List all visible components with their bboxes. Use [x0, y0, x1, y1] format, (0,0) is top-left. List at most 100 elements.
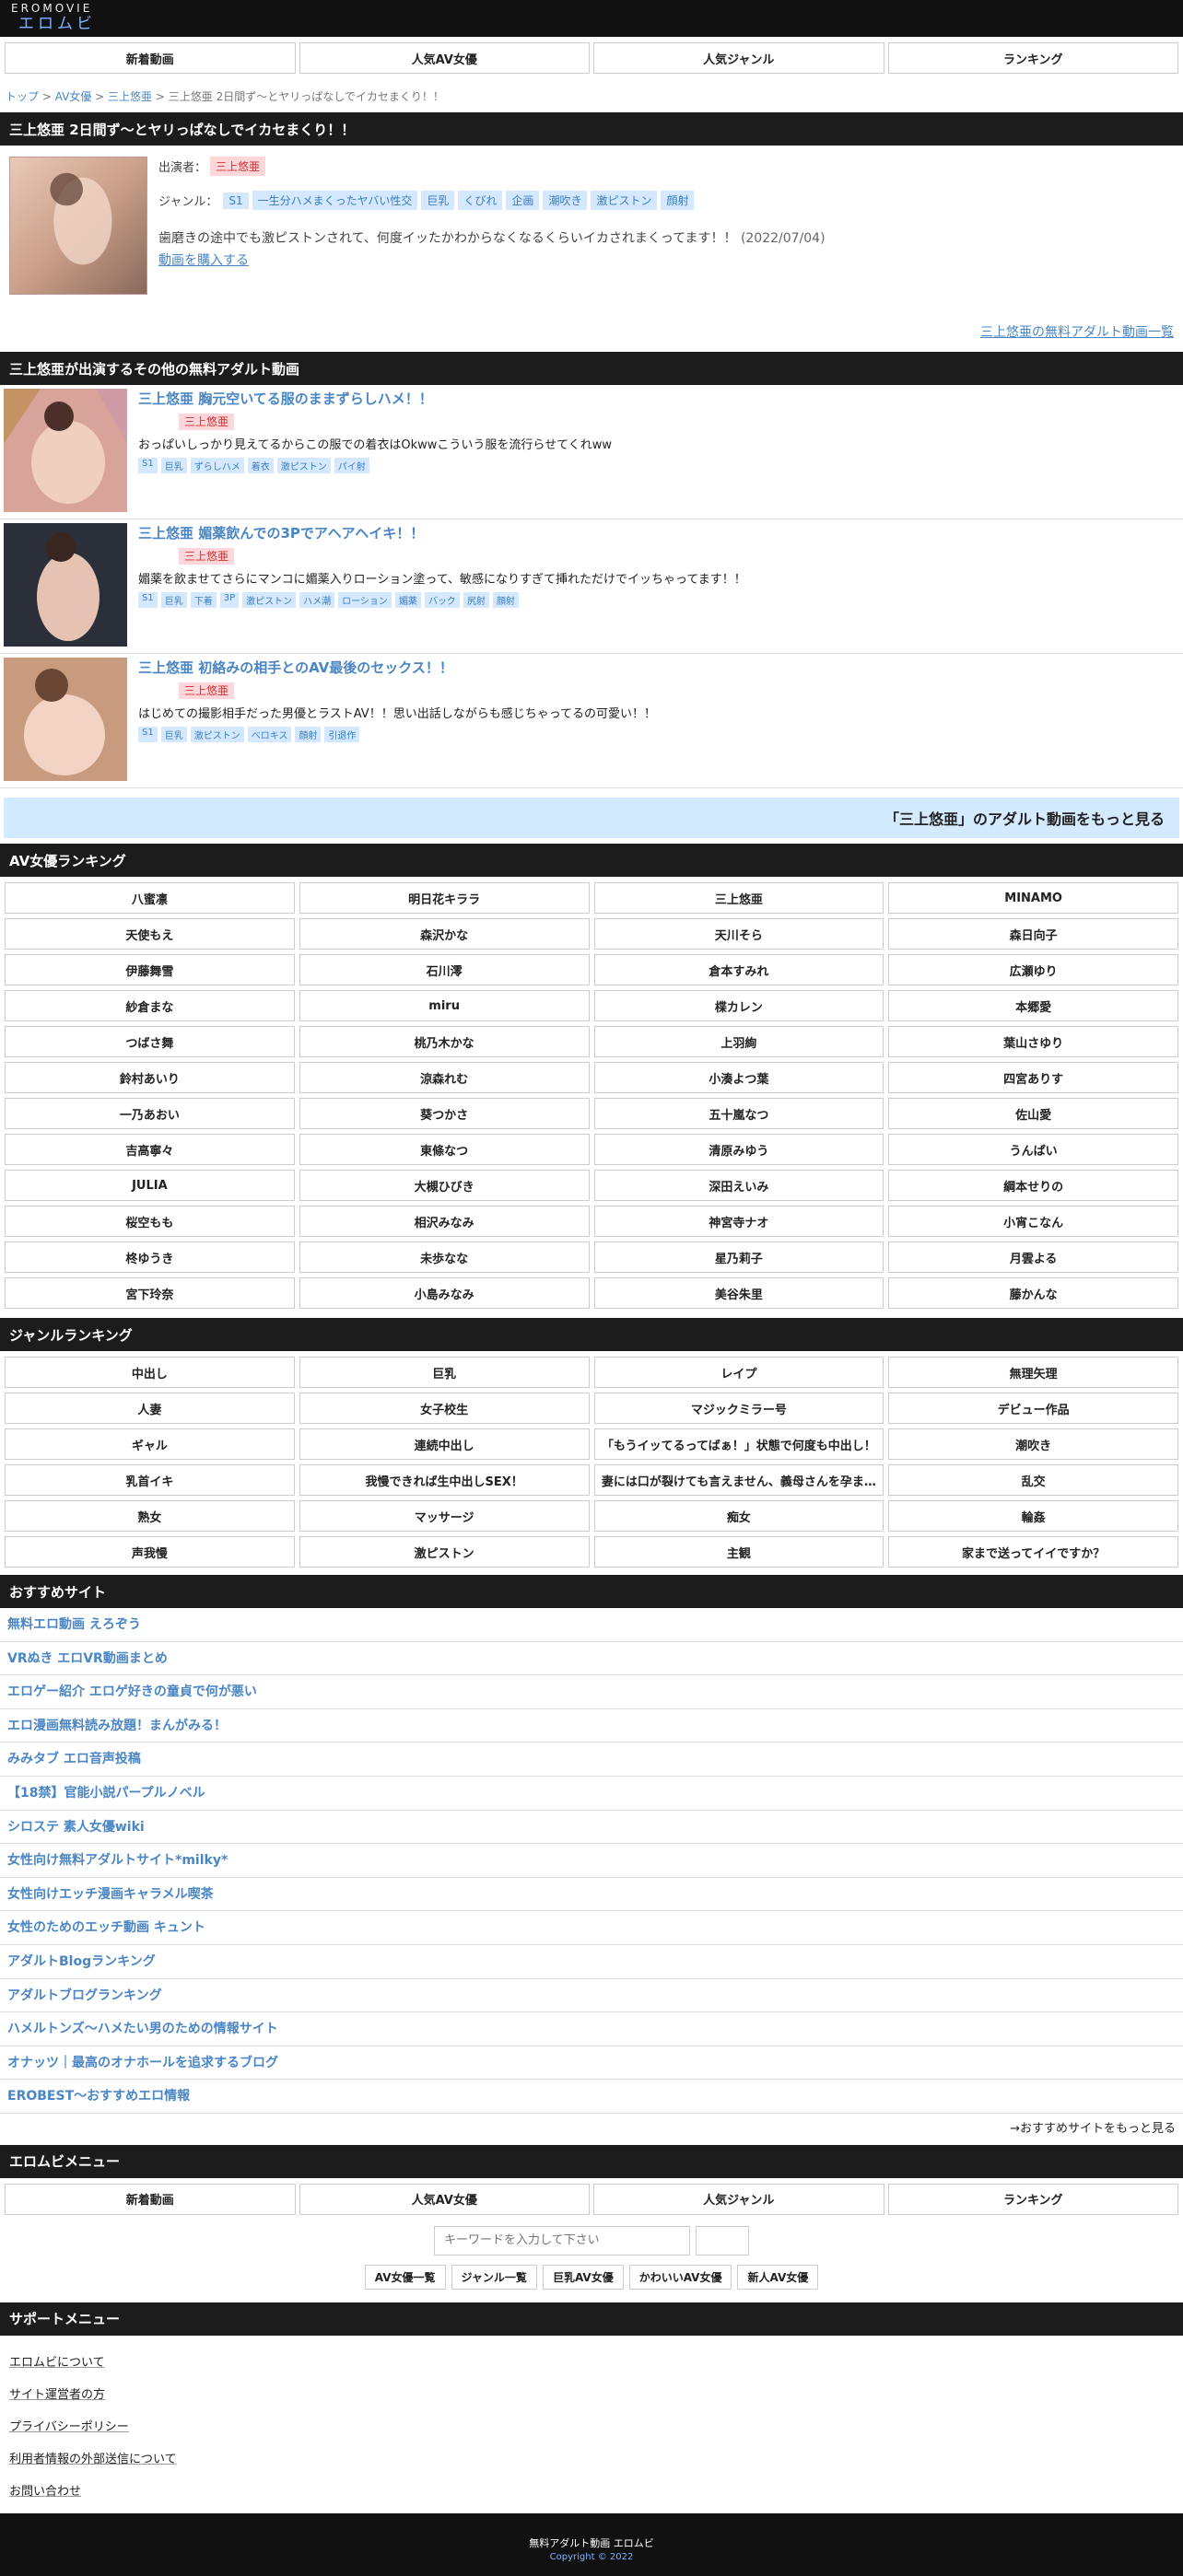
actress-ranking-item[interactable]: 楪カレン	[593, 990, 884, 1021]
actress-ranking-item[interactable]: 倉本すみれ	[593, 954, 884, 985]
video-thumbnail[interactable]	[9, 157, 147, 295]
genre-ranking-item[interactable]: 潮吹き	[888, 1428, 1178, 1460]
actress-ranking-item[interactable]: 柊ゆうき	[5, 1241, 295, 1273]
video-thumbnail[interactable]	[4, 658, 127, 781]
recommended-site-link[interactable]: アダルトBlogランキング	[0, 1945, 1183, 1979]
nav-actress[interactable]: 人気AV女優	[299, 2183, 590, 2215]
recommended-site-link[interactable]: オナッツ｜最高のオナホールを追求するブログ	[0, 2046, 1183, 2081]
tag[interactable]: 巨乳	[160, 458, 187, 473]
video-thumbnail[interactable]	[4, 523, 127, 647]
actress-ranking-item[interactable]: JULIA	[5, 1170, 295, 1201]
nav-ranking[interactable]: ランキング	[887, 2183, 1178, 2215]
actress-ranking-item[interactable]: 桃乃木かな	[299, 1026, 590, 1057]
tag[interactable]: 引退作	[324, 727, 360, 742]
actress-ranking-item[interactable]: 星乃莉子	[593, 1241, 884, 1273]
support-link-privacy[interactable]: プライバシーポリシー	[9, 2417, 1183, 2434]
actress-ranking-item[interactable]: 吉高寧々	[5, 1134, 295, 1165]
genre-ranking-item[interactable]: 妻には口が裂けても言えません、義母さんを孕ま…	[593, 1464, 884, 1496]
more-actress-videos-link[interactable]: 三上悠亜の無料アダルト動画一覧	[980, 325, 1174, 340]
genre-ranking-item[interactable]: 家まで送ってイイですか？	[888, 1536, 1178, 1568]
actress-ranking-item[interactable]: 本郷愛	[888, 990, 1178, 1021]
genre-ranking-item[interactable]: 「もうイッてるってばぁ！」状態で何度も中出し！	[593, 1428, 884, 1460]
genre-ranking-item[interactable]: 乳首イキ	[5, 1464, 295, 1496]
nav-ranking[interactable]: ランキング	[887, 42, 1178, 74]
related-actress-tag[interactable]: 三上悠亜	[179, 414, 235, 430]
tag[interactable]: S1	[138, 458, 158, 473]
footer-title[interactable]: 無料アダルト動画 エロムビ	[0, 2535, 1183, 2550]
actress-ranking-item[interactable]: 天使もえ	[5, 918, 295, 950]
support-link-external[interactable]: 利用者情報の外部送信について	[9, 2449, 1183, 2466]
genre-tag[interactable]: くびれ	[458, 191, 503, 210]
actress-ranking-item[interactable]: miru	[299, 990, 590, 1021]
tag[interactable]: ローション	[338, 592, 392, 608]
related-actress-tag[interactable]: 三上悠亜	[179, 682, 235, 699]
actress-ranking-item[interactable]: 小島みなみ	[299, 1277, 590, 1309]
nav-new[interactable]: 新着動画	[5, 2183, 296, 2215]
tag[interactable]: 顔射	[492, 592, 519, 608]
breadcrumb-home[interactable]: トップ	[6, 90, 39, 103]
genre-ranking-item[interactable]: マッサージ	[299, 1500, 590, 1532]
actress-ranking-item[interactable]: 小宵こなん	[888, 1206, 1178, 1237]
tag[interactable]: S1	[138, 592, 158, 608]
actress-ranking-item[interactable]: 四宮ありす	[888, 1062, 1178, 1093]
recommended-site-link[interactable]: アダルトブログランキング	[0, 1979, 1183, 2013]
chip-new[interactable]: 新人AV女優	[737, 2264, 819, 2290]
actress-ranking-item[interactable]: 森日向子	[888, 918, 1178, 950]
actress-ranking-item[interactable]: 天川そら	[593, 918, 884, 950]
actress-ranking-item[interactable]: 小湊よつ葉	[593, 1062, 884, 1093]
actress-ranking-item[interactable]: 桜空もも	[5, 1206, 295, 1237]
genre-ranking-item[interactable]: 人妻	[5, 1393, 295, 1424]
recommended-site-link[interactable]: ハメルトンズ〜ハメたい男のための情報サイト	[0, 2012, 1183, 2046]
actress-ranking-item[interactable]: 涼森れむ	[299, 1062, 590, 1093]
recommended-site-link[interactable]: EROBEST〜おすすめエロ情報	[0, 2080, 1183, 2114]
tag[interactable]: 巨乳	[160, 727, 187, 742]
genre-tag[interactable]: 激ピストン	[591, 191, 658, 210]
actress-ranking-item[interactable]: 葵つかさ	[299, 1098, 590, 1129]
genre-ranking-item[interactable]: 痴女	[593, 1500, 884, 1532]
actress-ranking-item[interactable]: 広瀬ゆり	[888, 954, 1178, 985]
tag[interactable]: 着衣	[247, 458, 274, 473]
logo-ja[interactable]: エロムビ	[18, 15, 1172, 33]
more-sites-link[interactable]: →おすすめサイトをもっと見る	[1010, 2122, 1176, 2136]
recommended-site-link[interactable]: 無料エロ動画 えろぞう	[0, 1608, 1183, 1642]
actress-ranking-item[interactable]: 三上悠亜	[593, 882, 884, 914]
genre-ranking-item[interactable]: 輪姦	[888, 1500, 1178, 1532]
actress-ranking-item[interactable]: 宮下玲奈	[5, 1277, 295, 1309]
support-link-operators[interactable]: サイト運営者の方	[9, 2384, 1183, 2402]
support-link-about[interactable]: エロムビについて	[9, 2352, 1183, 2370]
chip-actress-list[interactable]: AV女優一覧	[364, 2264, 446, 2290]
genre-ranking-item[interactable]: 中出し	[5, 1357, 295, 1388]
recommended-site-link[interactable]: エロゲー紹介 エロゲ好きの童貞で何が悪い	[0, 1675, 1183, 1709]
performer-tag[interactable]: 三上悠亜	[210, 157, 266, 176]
genre-ranking-item[interactable]: レイプ	[593, 1357, 884, 1388]
actress-ranking-item[interactable]: 藤かんな	[888, 1277, 1178, 1309]
actress-ranking-item[interactable]: 大槻ひびき	[299, 1170, 590, 1201]
genre-tag[interactable]: S1	[223, 192, 249, 209]
video-thumbnail[interactable]	[4, 389, 127, 512]
recommended-site-link[interactable]: 女性のためのエッチ動画 キュント	[0, 1911, 1183, 1945]
actress-ranking-item[interactable]: 伊藤舞雪	[5, 954, 295, 985]
tag[interactable]: 巨乳	[160, 592, 187, 608]
genre-ranking-item[interactable]: マジックミラー号	[593, 1393, 884, 1424]
genre-ranking-item[interactable]: ギャル	[5, 1428, 295, 1460]
nav-new[interactable]: 新着動画	[5, 42, 296, 74]
tag[interactable]: ベロキス	[247, 727, 292, 742]
recommended-site-link[interactable]: シロステ 素人女優wiki	[0, 1811, 1183, 1845]
actress-ranking-item[interactable]: 美谷朱里	[593, 1277, 884, 1309]
genre-ranking-item[interactable]: 女子校生	[299, 1393, 590, 1424]
breadcrumb-actress[interactable]: 三上悠亜	[108, 90, 152, 103]
tag[interactable]: パイ射	[334, 458, 369, 473]
genre-ranking-item[interactable]: 乱交	[888, 1464, 1178, 1496]
actress-ranking-item[interactable]: 上羽絢	[593, 1026, 884, 1057]
recommended-site-link[interactable]: みみタブ エロ音声投稿	[0, 1743, 1183, 1777]
tag[interactable]: 激ピストン	[190, 727, 244, 742]
genre-ranking-item[interactable]: 声我慢	[5, 1536, 295, 1568]
related-title[interactable]: 三上悠亜 媚薬飲んでの3Pでアヘアヘイキ！！	[138, 525, 424, 542]
recommended-site-link[interactable]: 【18禁】官能小説パープルノベル	[0, 1777, 1183, 1811]
nav-genre[interactable]: 人気ジャンル	[593, 2183, 884, 2215]
genre-ranking-item[interactable]: 巨乳	[299, 1357, 590, 1388]
tag[interactable]: ハメ潮	[299, 592, 335, 608]
actress-ranking-item[interactable]: 五十嵐なつ	[593, 1098, 884, 1129]
actress-ranking-item[interactable]: 深田えいみ	[593, 1170, 884, 1201]
genre-ranking-item[interactable]: 無理矢理	[888, 1357, 1178, 1388]
